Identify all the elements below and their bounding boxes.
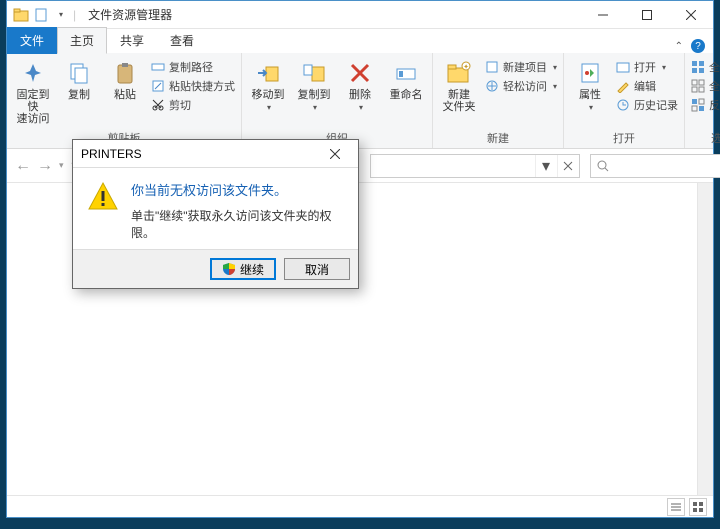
delete-button[interactable]: 删除 [340, 57, 380, 112]
select-all-icon [691, 60, 705, 74]
search-input[interactable] [615, 156, 720, 176]
dialog-close-button[interactable] [320, 143, 350, 165]
invert-selection-button[interactable]: 反向选择 [691, 97, 720, 113]
dialog-footer: 继续 取消 [73, 249, 358, 288]
rename-icon [392, 59, 420, 87]
continue-button[interactable]: 继续 [210, 258, 276, 280]
group-open: 属性 打开 编辑 历史记录 打开 [564, 53, 685, 148]
vertical-scrollbar[interactable] [697, 183, 713, 495]
qat-dropdown-icon[interactable]: ▾ [53, 7, 69, 23]
group-organize: 移动到 复制到 删除 重命名 组织 [242, 53, 433, 148]
view-icons-button[interactable] [689, 498, 707, 516]
status-bar [7, 495, 713, 517]
permission-dialog: PRINTERS 你当前无权访问该文件夹。 单击"继续"获取永久访问该文件夹的权… [72, 139, 359, 289]
explorer-icon [13, 7, 29, 23]
scissors-icon [151, 98, 165, 112]
dialog-main-text: 你当前无权访问该文件夹。 [131, 180, 344, 199]
move-to-icon [254, 59, 282, 87]
new-item-icon [485, 60, 499, 74]
close-button[interactable] [669, 1, 713, 29]
recent-dropdown[interactable]: ▾ [59, 155, 64, 177]
new-item-button[interactable]: 新建项目 [485, 59, 557, 75]
paste-icon [111, 59, 139, 87]
copy-icon [65, 59, 93, 87]
rename-button[interactable]: 重命名 [386, 57, 426, 101]
path-icon [151, 60, 165, 74]
properties-button[interactable]: 属性 [570, 57, 610, 112]
paste-shortcut-button[interactable]: 粘贴快捷方式 [151, 78, 235, 94]
address-bar[interactable]: ▾ [370, 154, 580, 178]
edit-icon [616, 79, 630, 93]
history-icon [616, 98, 630, 112]
cut-button[interactable]: 剪切 [151, 97, 235, 113]
title-bar: ▾ | 文件资源管理器 [7, 1, 713, 29]
open-button[interactable]: 打开 [616, 59, 678, 75]
move-to-button[interactable]: 移动到 [248, 57, 288, 112]
group-new: ✦ 新建 文件夹 新建项目 轻松访问 新建 [433, 53, 564, 148]
tab-view[interactable]: 查看 [157, 27, 207, 54]
search-box[interactable] [590, 154, 720, 178]
quick-access-toolbar: ▾ | [7, 7, 82, 23]
window-controls [581, 1, 713, 29]
select-none-icon [691, 79, 705, 93]
copy-to-button[interactable]: 复制到 [294, 57, 334, 112]
dialog-body: 你当前无权访问该文件夹。 单击"继续"获取永久访问该文件夹的权限。 [73, 168, 358, 249]
group-label: 选择 [711, 130, 720, 146]
easy-access-icon [485, 79, 499, 93]
forward-button[interactable]: → [37, 155, 53, 177]
history-button[interactable]: 历史记录 [616, 97, 678, 113]
edit-button[interactable]: 编辑 [616, 78, 678, 94]
pin-button[interactable]: 固定到快 速访问 [13, 57, 53, 125]
dialog-sub-text: 单击"继续"获取永久访问该文件夹的权限。 [131, 207, 344, 241]
separator: | [73, 8, 76, 22]
open-icon [616, 60, 630, 74]
help-icon[interactable]: ? [691, 39, 705, 53]
uac-shield-icon [222, 262, 236, 276]
select-none-button[interactable]: 全部取消 [691, 78, 720, 94]
window-title: 文件资源管理器 [82, 6, 172, 23]
collapse-ribbon-icon[interactable]: ⌃ [675, 41, 683, 52]
maximize-button[interactable] [625, 1, 669, 29]
tab-home[interactable]: 主页 [57, 27, 107, 54]
tab-share[interactable]: 共享 [107, 27, 157, 54]
paste-button[interactable]: 粘贴 [105, 57, 145, 101]
dialog-title: PRINTERS [81, 147, 142, 161]
tab-file[interactable]: 文件 [7, 27, 57, 54]
dialog-titlebar: PRINTERS [73, 140, 358, 168]
delete-icon [346, 59, 374, 87]
search-icon [597, 160, 609, 172]
back-button[interactable]: ← [15, 155, 31, 177]
qat-item-icon[interactable] [33, 7, 49, 23]
copy-to-icon [300, 59, 328, 87]
minimize-button[interactable] [581, 1, 625, 29]
svg-text:✦: ✦ [463, 63, 469, 71]
view-details-button[interactable] [667, 498, 685, 516]
group-label: 新建 [487, 130, 509, 146]
new-folder-icon: ✦ [445, 59, 473, 87]
pin-icon [19, 59, 47, 87]
copy-button[interactable]: 复制 [59, 57, 99, 101]
group-select: 全部选择 全部取消 反向选择 选择 [685, 53, 720, 148]
ribbon: 固定到快 速访问 复制 粘贴 复制路径 粘贴快捷方式 剪切 剪贴板 [7, 53, 713, 149]
new-folder-button[interactable]: ✦ 新建 文件夹 [439, 57, 479, 113]
warning-icon [87, 180, 119, 212]
ribbon-tabs: 文件 主页 共享 查看 ⌃ ? [7, 29, 713, 53]
refresh-button[interactable] [557, 155, 579, 177]
invert-icon [691, 98, 705, 112]
cancel-button[interactable]: 取消 [284, 258, 350, 280]
easy-access-button[interactable]: 轻松访问 [485, 78, 557, 94]
properties-icon [576, 59, 604, 87]
group-label: 打开 [613, 130, 635, 146]
group-clipboard: 固定到快 速访问 复制 粘贴 复制路径 粘贴快捷方式 剪切 剪贴板 [7, 53, 242, 148]
shortcut-icon [151, 79, 165, 93]
address-dropdown-icon[interactable]: ▾ [535, 155, 557, 177]
copy-path-button[interactable]: 复制路径 [151, 59, 235, 75]
select-all-button[interactable]: 全部选择 [691, 59, 720, 75]
